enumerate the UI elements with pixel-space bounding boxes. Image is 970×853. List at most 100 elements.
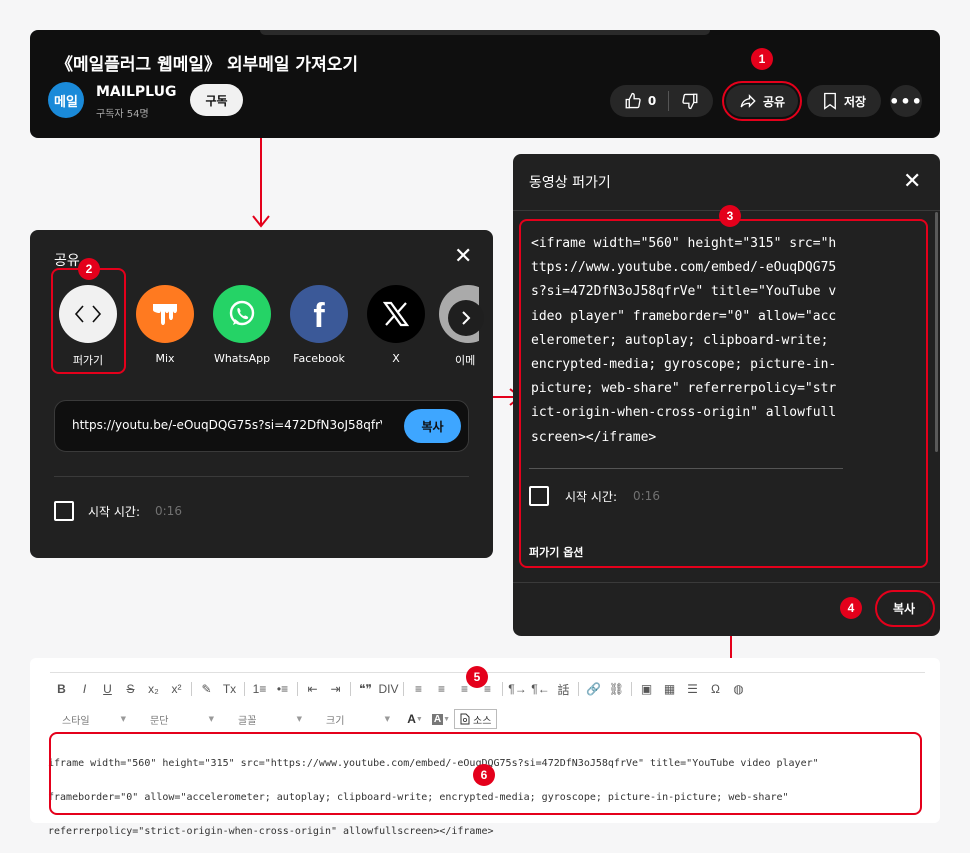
mix-icon (136, 285, 194, 343)
step-badge-3: 3 (719, 205, 741, 227)
table-button[interactable]: ▦ (658, 678, 681, 700)
source-label: 소스 (473, 715, 492, 727)
subscriber-count: 구독자 54명 (96, 109, 149, 120)
highlight-copy (875, 590, 935, 627)
source-button[interactable]: 소스 (454, 709, 498, 729)
save-button[interactable]: 저장 (807, 85, 881, 117)
bold-button[interactable]: B (50, 678, 73, 700)
step-badge-1: 1 (751, 48, 773, 70)
share-mix[interactable]: Mix (133, 285, 197, 365)
share-url[interactable]: https://youtu.be/-eOuqDQG75s?si=472DfN3o… (72, 418, 382, 432)
italic-button[interactable]: I (73, 678, 96, 700)
ordered-list-button[interactable]: 1≡ (248, 678, 271, 700)
image-button[interactable]: ▣ (635, 678, 658, 700)
step-badge-5: 5 (466, 666, 488, 688)
thumbs-up-icon (625, 92, 641, 109)
share-url-box: https://youtu.be/-eOuqDQG75s?si=472DfN3o… (54, 400, 469, 452)
size-combo[interactable]: 크기 ▼ (314, 709, 396, 729)
html-editor: B I U Sx₂ x² ✎ Tx 1≡ •≡ ⇤ ⇥ ❝❞ DIV ≡ ≡ ≡ ≡ ¶→ ¶← 話 🔗 ⛓ ▣ ▦ ☰ Ω ◍ 스… (30, 658, 940, 837)
editor-combo-row: 스타일 ▼ 문단 ▼ 글꼴 ▼ 크기 ▼ A ▼ A ▼ 소스 (50, 708, 498, 730)
toolbar-separator (502, 682, 503, 696)
subscript-button[interactable]: x₂ (142, 678, 165, 700)
blockquote-button[interactable]: ❝❞ (354, 678, 377, 700)
format-brush-button[interactable]: ✎ (195, 678, 218, 700)
subscribe-button[interactable]: 구독 (190, 84, 243, 116)
share-x-label: X (392, 352, 400, 365)
special-char-button[interactable]: Ω (704, 678, 727, 700)
whatsapp-icon (213, 285, 271, 343)
bg-color-button[interactable]: A ▼ (428, 708, 454, 730)
outdent-button[interactable]: ⇤ (301, 678, 324, 700)
rtl-button[interactable]: ¶← (529, 678, 552, 700)
toolbar-separator (578, 682, 579, 696)
x-icon (367, 285, 425, 343)
bg-color-icon: A (431, 713, 444, 725)
share-whatsapp-label: WhatsApp (213, 352, 271, 365)
arrow-line-1 (260, 138, 262, 226)
carousel-next-button[interactable] (448, 300, 484, 336)
toolbar-separator (244, 682, 245, 696)
ltr-button[interactable]: ¶→ (506, 678, 529, 700)
share-x[interactable]: X (364, 285, 428, 365)
dropdown-arrow-icon: ▼ (384, 715, 390, 723)
share-divider (54, 476, 469, 477)
more-dots-icon: ••• (889, 91, 923, 111)
share-facebook-label: Facebook (293, 352, 345, 365)
font-combo[interactable]: 글꼴 ▼ (226, 709, 308, 729)
superscript-button[interactable]: x² (165, 678, 188, 700)
chevron-right-icon (462, 311, 471, 325)
strike-button[interactable]: S (119, 678, 142, 700)
dropdown-arrow-icon: ▼ (415, 715, 423, 723)
link-button[interactable]: 🔗 (582, 678, 605, 700)
share-dialog-title: 공유 (54, 253, 80, 269)
horizontal-rule-button[interactable]: ☰ (681, 678, 704, 700)
highlight-embed (51, 268, 126, 374)
share-facebook[interactable]: f Facebook (287, 285, 351, 365)
share-whatsapp[interactable]: WhatsApp (210, 285, 274, 365)
dislike-button[interactable] (669, 92, 711, 110)
language-button[interactable]: 話 (552, 678, 575, 700)
toolbar-separator (191, 682, 192, 696)
like-count: 0 (647, 94, 657, 108)
share-mix-label: Mix (155, 352, 175, 365)
editor-toolbar: B I U Sx₂ x² ✎ Tx 1≡ •≡ ⇤ ⇥ ❝❞ DIV ≡ ≡ ≡ ≡ ¶→ ¶← 話 🔗 ⛓ ▣ ▦ ☰ Ω ◍ (50, 678, 925, 700)
align-left-button[interactable]: ≡ (407, 678, 430, 700)
style-combo[interactable]: 스타일 ▼ (50, 709, 132, 729)
copy-url-button[interactable]: 복사 (404, 409, 461, 443)
align-center-button[interactable]: ≡ (430, 678, 453, 700)
unlink-button[interactable]: ⛓ (605, 678, 628, 700)
underline-button[interactable]: U (96, 678, 119, 700)
close-icon[interactable]: ✕ (903, 171, 921, 193)
toolbar-separator (350, 682, 351, 696)
clear-format-button[interactable]: Tx (218, 678, 241, 700)
save-label: 저장 (843, 94, 867, 109)
step-badge-4: 4 (840, 597, 862, 619)
arrow-head-1 (252, 215, 270, 228)
source-line-3: referrerpolicy="strict-origin-when-cross… (48, 826, 494, 837)
start-time-value: 0:16 (155, 504, 182, 518)
bullet-list-button[interactable]: •≡ (271, 678, 294, 700)
dropdown-arrow-icon: ▼ (443, 715, 451, 723)
div-container-button[interactable]: DIV (377, 678, 400, 700)
channel-name[interactable]: MAILPLUG (96, 84, 176, 100)
embed-scrollbar[interactable] (935, 212, 938, 452)
close-icon[interactable]: ✕ (454, 246, 472, 268)
text-color-button[interactable]: A ▼ (402, 708, 428, 730)
channel-avatar[interactable]: 메일 (48, 82, 84, 118)
start-time-checkbox[interactable] (54, 501, 74, 521)
paragraph-combo[interactable]: 문단 ▼ (138, 709, 220, 729)
more-actions-button[interactable]: ••• (889, 85, 923, 117)
thumbs-down-icon (682, 93, 698, 110)
share-email-label: 이메 (455, 354, 476, 367)
like-button[interactable]: 0 (612, 92, 668, 110)
toolbar-separator (297, 682, 298, 696)
share-dialog: 공유 ✕ 퍼가기 2 Mix WhatsApp f Facebook X 이메 (30, 230, 493, 558)
like-dislike-group: 0 (610, 85, 713, 117)
dropdown-arrow-icon: ▼ (296, 715, 302, 723)
youtube-video-bar: 《메일플러그 웹메일》 외부메일 가져오기 메일 MAILPLUG 구독자 54… (30, 30, 940, 138)
indent-button[interactable]: ⇥ (324, 678, 347, 700)
start-time-label: 시작 시간: (88, 505, 141, 519)
dropdown-arrow-icon: ▼ (120, 715, 126, 723)
facebook-icon: f (290, 285, 348, 343)
iframe-button[interactable]: ◍ (727, 678, 750, 700)
